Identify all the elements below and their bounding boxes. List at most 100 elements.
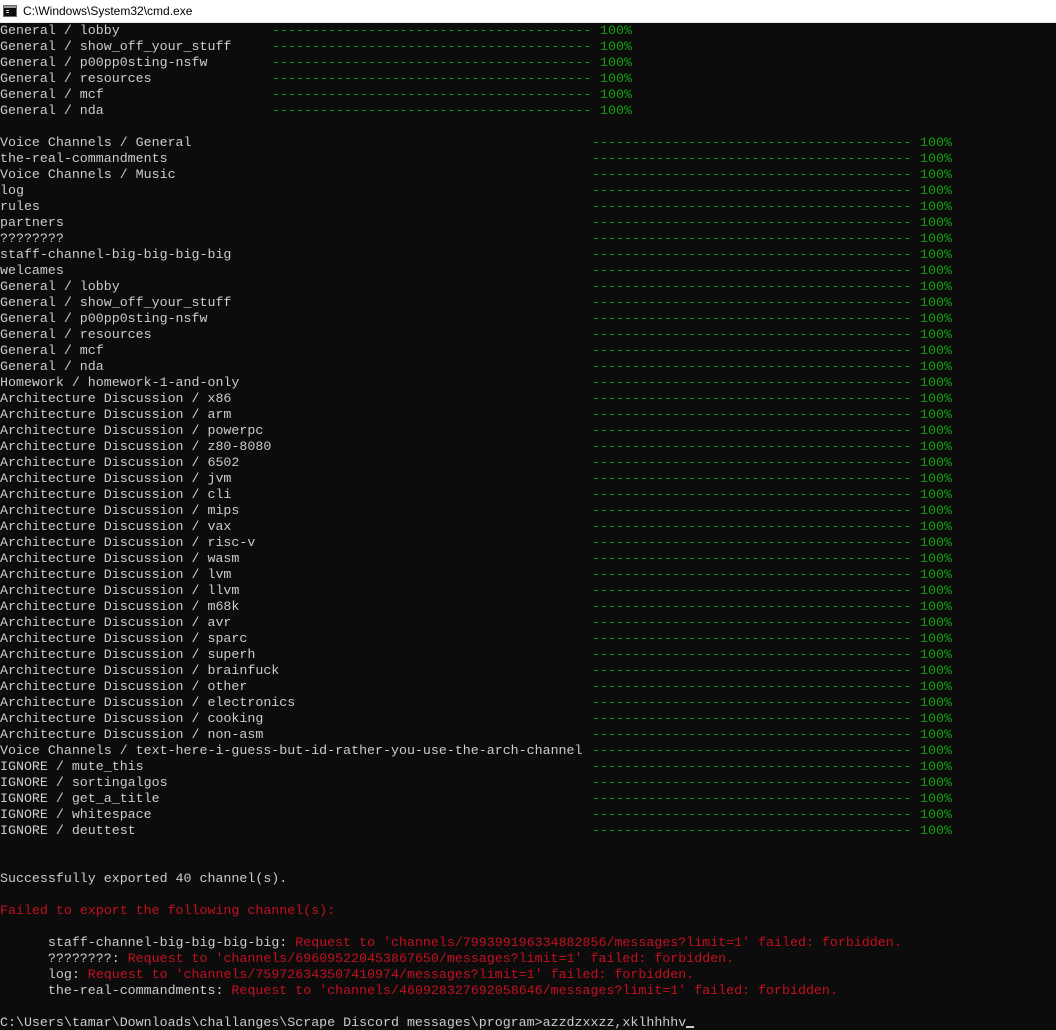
progress-bar: ----------------------------------------: [592, 199, 912, 214]
command-prompt[interactable]: C:\Users\tamar\Downloads\challanges\Scra…: [0, 1015, 695, 1030]
progress-percent: 100%: [600, 103, 632, 118]
progress-row: General / nda ---------------------------…: [0, 359, 1056, 375]
progress-bar: ----------------------------------------: [592, 695, 912, 710]
progress-percent: 100%: [600, 71, 632, 86]
progress-row: Architecture Discussion / non-asm -------…: [0, 727, 1056, 743]
channel-name: Architecture Discussion / arm: [0, 407, 232, 422]
progress-bar: ----------------------------------------: [592, 311, 912, 326]
progress-bar: ----------------------------------------: [272, 39, 592, 54]
progress-row: General / lobby -------------------------…: [0, 279, 1056, 295]
progress-row: General / mcf ---------------------------…: [0, 87, 1056, 103]
channel-name: General / p00pp0sting-nsfw: [0, 311, 208, 326]
progress-bar: ----------------------------------------: [272, 55, 592, 70]
progress-row: Architecture Discussion / 6502 ----------…: [0, 455, 1056, 471]
channel-name: General / lobby: [0, 279, 120, 294]
progress-row: Architecture Discussion / vax -----------…: [0, 519, 1056, 535]
progress-percent: 100%: [920, 391, 952, 406]
progress-bar: ----------------------------------------: [592, 759, 912, 774]
progress-percent: 100%: [920, 807, 952, 822]
progress-row: Voice Channels / Music ------------------…: [0, 167, 1056, 183]
failure-line: staff-channel-big-big-big-big: Request t…: [0, 919, 902, 950]
progress-row: IGNORE / whitespace ---------------------…: [0, 807, 1056, 823]
failure-channel: the-real-commandments:: [47, 983, 224, 998]
progress-bar: ----------------------------------------: [592, 391, 912, 406]
progress-bar: ----------------------------------------: [592, 183, 912, 198]
progress-percent: 100%: [920, 359, 952, 374]
progress-percent: 100%: [920, 791, 952, 806]
progress-row: General / show_off_your_stuff -----------…: [0, 295, 1056, 311]
progress-percent: 100%: [920, 199, 952, 214]
channel-name: the-real-commandments: [0, 151, 168, 166]
progress-bar: ----------------------------------------: [592, 247, 912, 262]
channel-name: Architecture Discussion / mips: [0, 503, 240, 518]
channel-name: partners: [0, 215, 64, 230]
channel-name: IGNORE / whitespace: [0, 807, 152, 822]
progress-row: Architecture Discussion / sparc ---------…: [0, 631, 1056, 647]
progress-row: Homework / homework-1-and-only ----------…: [0, 375, 1056, 391]
channel-name: Architecture Discussion / powerpc: [0, 423, 264, 438]
progress-percent: 100%: [920, 279, 952, 294]
progress-row: rules -----------------------------------…: [0, 199, 1056, 215]
progress-percent: 100%: [920, 375, 952, 390]
progress-bar: ----------------------------------------: [592, 423, 912, 438]
progress-bar: ----------------------------------------: [592, 167, 912, 182]
progress-percent: 100%: [600, 23, 632, 38]
progress-bar: ----------------------------------------: [592, 535, 912, 550]
channel-name: Architecture Discussion / sparc: [0, 631, 248, 646]
channel-name: log: [0, 183, 24, 198]
progress-percent: 100%: [920, 695, 952, 710]
progress-row: the-real-commandments -------------------…: [0, 151, 1056, 167]
channel-name: Voice Channels / General: [0, 135, 192, 150]
channel-name: General / p00pp0sting-nsfw: [0, 55, 208, 70]
progress-row: Architecture Discussion / cooking -------…: [0, 711, 1056, 727]
progress-percent: 100%: [920, 439, 952, 454]
channel-name: Voice Channels / Music: [0, 167, 176, 182]
progress-bar: ----------------------------------------: [272, 71, 592, 86]
progress-bar: ----------------------------------------: [592, 727, 912, 742]
progress-bar: ----------------------------------------: [592, 231, 912, 246]
progress-bar: ----------------------------------------: [592, 279, 912, 294]
channel-name: Architecture Discussion / risc-v: [0, 535, 256, 550]
progress-bar: ----------------------------------------: [592, 663, 912, 678]
progress-bar: ----------------------------------------: [592, 807, 912, 822]
progress-bar: ----------------------------------------: [592, 775, 912, 790]
channel-name: General / mcf: [0, 343, 104, 358]
cmd-icon: [3, 5, 17, 17]
progress-percent: 100%: [920, 327, 952, 342]
channel-name: Architecture Discussion / z80-8080: [0, 439, 272, 454]
progress-percent: 100%: [920, 247, 952, 262]
channel-name: Architecture Discussion / superh: [0, 647, 256, 662]
progress-row: IGNORE / get_a_title --------------------…: [0, 791, 1056, 807]
channel-name: Homework / homework-1-and-only: [0, 375, 240, 390]
progress-bar: ----------------------------------------: [592, 263, 912, 278]
progress-percent: 100%: [920, 567, 952, 582]
success-message: Successfully exported 40 channel(s).: [0, 871, 288, 886]
progress-bar: ----------------------------------------: [592, 407, 912, 422]
progress-bar: ----------------------------------------: [592, 711, 912, 726]
progress-percent: 100%: [920, 487, 952, 502]
progress-row: Voice Channels / General ----------------…: [0, 135, 1056, 151]
progress-bar: ----------------------------------------: [592, 791, 912, 806]
progress-bar: ----------------------------------------: [592, 599, 912, 614]
console-output[interactable]: General / lobby -------------------------…: [0, 23, 1056, 1030]
title-bar[interactable]: C:\Windows\System32\cmd.exe: [0, 0, 1056, 23]
progress-percent: 100%: [920, 215, 952, 230]
prompt-input[interactable]: azzdzxxzz,xklhhhhv: [543, 1015, 687, 1030]
progress-bar: ----------------------------------------: [592, 743, 912, 758]
progress-percent: 100%: [920, 583, 952, 598]
progress-bar: ----------------------------------------: [592, 471, 912, 486]
channel-name: Architecture Discussion / electronics: [0, 695, 296, 710]
progress-percent: 100%: [920, 263, 952, 278]
progress-percent: 100%: [920, 183, 952, 198]
progress-percent: 100%: [920, 711, 952, 726]
progress-row: Architecture Discussion / risc-v --------…: [0, 535, 1056, 551]
channel-name: staff-channel-big-big-big-big: [0, 247, 232, 262]
progress-bar: ----------------------------------------: [592, 375, 912, 390]
channel-name: Architecture Discussion / wasm: [0, 551, 240, 566]
progress-percent: 100%: [600, 87, 632, 102]
progress-bar: ----------------------------------------: [592, 823, 912, 838]
channel-name: General / show_off_your_stuff: [0, 295, 232, 310]
progress-bar: ----------------------------------------: [592, 551, 912, 566]
progress-row: staff-channel-big-big-big-big -----------…: [0, 247, 1056, 263]
progress-row: Architecture Discussion / avr -----------…: [0, 615, 1056, 631]
